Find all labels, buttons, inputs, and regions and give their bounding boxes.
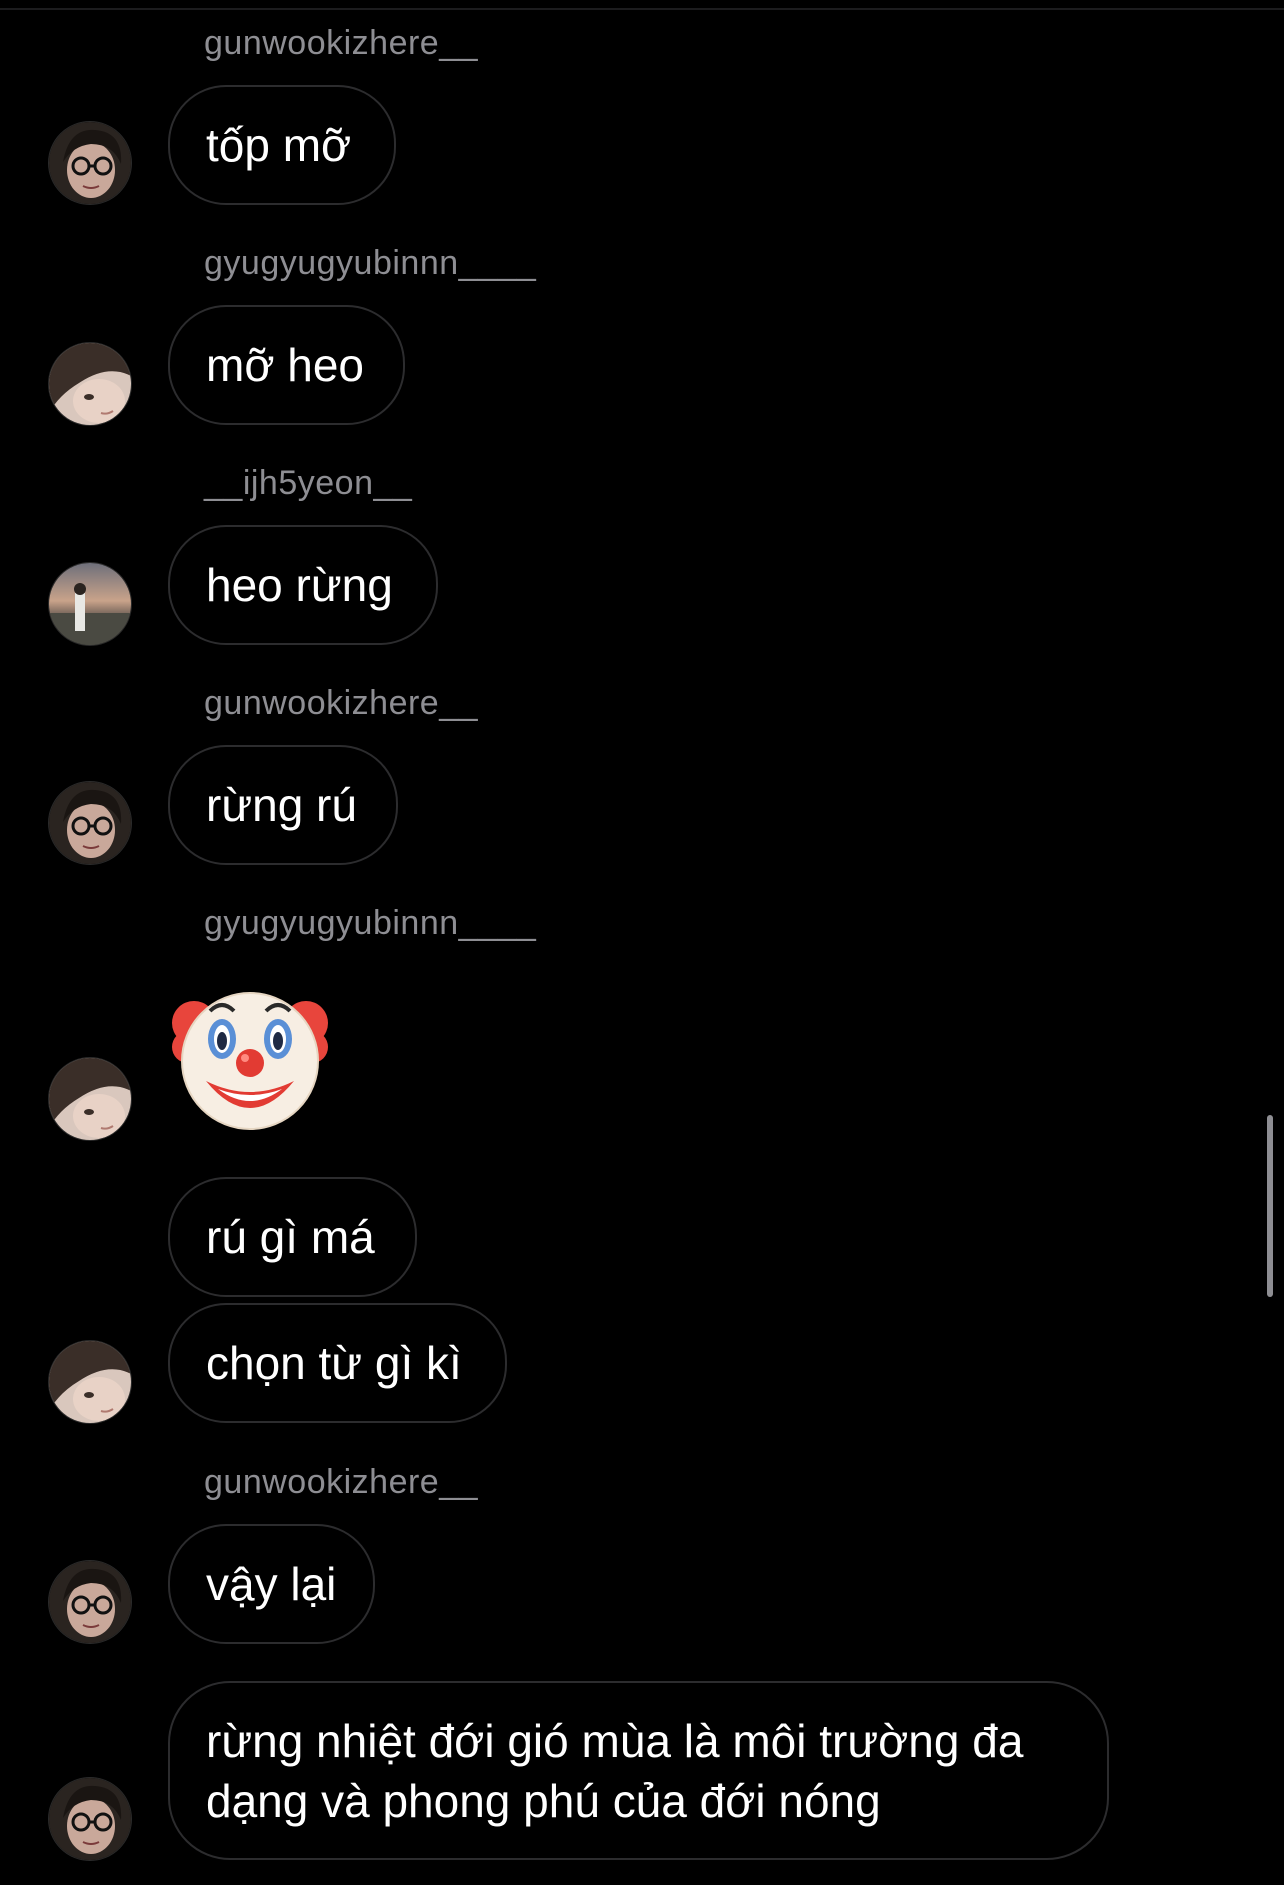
message-bubble[interactable]: heo rừng bbox=[168, 525, 438, 645]
message-bubble[interactable]: rừng nhiệt đới gió mùa là môi trường đa … bbox=[168, 1681, 1109, 1860]
clown-face-emoji[interactable] bbox=[170, 985, 330, 1135]
sender-username[interactable]: gyugyugyubinnn____ bbox=[204, 244, 536, 283]
avatar-gunwookizhere[interactable] bbox=[48, 121, 132, 205]
sender-username[interactable]: gyugyugyubinnn____ bbox=[204, 904, 536, 943]
message-bubble[interactable]: rừng rú bbox=[168, 745, 398, 865]
avatar-ijh5yeon[interactable] bbox=[48, 562, 132, 646]
message-bubble[interactable]: tốp mỡ bbox=[168, 85, 396, 205]
message-text: vậy lại bbox=[206, 1558, 337, 1610]
avatar-gunwookizhere[interactable] bbox=[48, 781, 132, 865]
message-bubble[interactable]: vậy lại bbox=[168, 1524, 375, 1644]
avatar-gyugyugyubinnn[interactable] bbox=[48, 342, 132, 426]
message-text: chọn từ gì kì bbox=[206, 1337, 462, 1389]
avatar-gunwookizhere[interactable] bbox=[48, 1777, 132, 1861]
avatar-gyugyugyubinnn[interactable] bbox=[48, 1340, 132, 1424]
sender-username[interactable]: gunwookizhere__ bbox=[204, 684, 478, 723]
message-bubble[interactable]: chọn từ gì kì bbox=[168, 1303, 507, 1423]
sender-username[interactable]: __ijh5yeon__ bbox=[204, 464, 412, 503]
message-text: heo rừng bbox=[206, 559, 393, 611]
message-text: tốp mỡ bbox=[206, 119, 352, 171]
avatar-gyugyugyubinnn[interactable] bbox=[48, 1057, 132, 1141]
message-text: rú gì má bbox=[206, 1211, 375, 1263]
message-text: mỡ heo bbox=[206, 339, 365, 391]
message-bubble[interactable]: rú gì má bbox=[168, 1177, 417, 1297]
message-bubble[interactable]: mỡ heo bbox=[168, 305, 405, 425]
scrollbar[interactable] bbox=[1267, 1115, 1273, 1297]
top-divider bbox=[0, 8, 1284, 10]
message-text: rừng rú bbox=[206, 779, 357, 831]
avatar-gunwookizhere[interactable] bbox=[48, 1560, 132, 1644]
sender-username[interactable]: gunwookizhere__ bbox=[204, 1463, 478, 1502]
sender-username[interactable]: gunwookizhere__ bbox=[204, 24, 478, 63]
message-text: rừng nhiệt đới gió mùa là môi trường đa … bbox=[206, 1714, 1024, 1827]
